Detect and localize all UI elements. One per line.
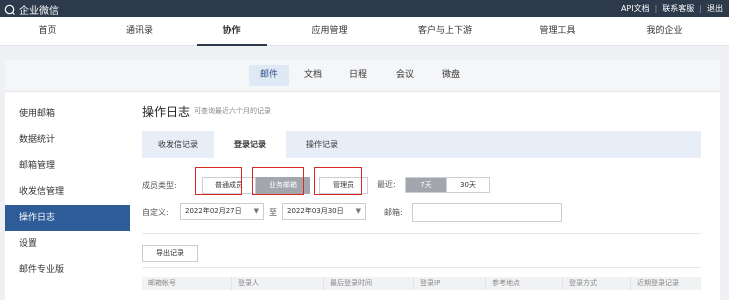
logout-link[interactable]: 退出 <box>707 3 723 14</box>
recent-7-days-button[interactable]: 7天 <box>405 177 447 193</box>
start-date-value: 2022年02月27日 <box>185 207 242 215</box>
mailbox-search-input[interactable] <box>412 203 562 222</box>
nav-collaboration-label: 协作 <box>222 26 241 36</box>
tab-mail-flow-records[interactable]: 收发信记录 <box>142 131 214 158</box>
column-location: 参考地点 <box>486 277 563 290</box>
sidebar-item-mail-flow-management[interactable]: 收发信管理 <box>5 179 130 205</box>
subnav-mail[interactable]: 邮件 <box>249 65 289 86</box>
sidebar-item-mail-pro[interactable]: 邮件专业版 <box>5 257 130 283</box>
to-label: 至 <box>269 208 277 217</box>
active-tab-indicator <box>196 44 267 46</box>
end-date-value: 2022年03月30日 <box>287 207 344 215</box>
sidebar-item-mailbox-management[interactable]: 邮箱管理 <box>5 153 130 179</box>
main-panel: 邮件 文档 日程 会议 微盘 使用邮箱 数据统计 邮箱管理 收发信管理 操作日志… <box>5 60 720 300</box>
mailbox-label: 邮箱: <box>384 208 403 217</box>
api-docs-link[interactable]: API文档 <box>621 3 650 14</box>
sidebar-item-operation-log[interactable]: 操作日志 <box>5 205 130 231</box>
sidebar-item-statistics[interactable]: 数据统计 <box>5 127 130 153</box>
sidebar-item-use-mailbox[interactable]: 使用邮箱 <box>5 101 130 127</box>
highlight-box <box>252 167 304 195</box>
logo[interactable]: 企业微信 <box>4 2 59 17</box>
column-login-ip: 登录IP <box>414 277 486 290</box>
subnav-calendar[interactable]: 日程 <box>343 65 373 86</box>
sidebar-item-settings[interactable]: 设置 <box>5 231 130 257</box>
start-date-picker[interactable]: 2022年02月27日 ▼ <box>180 203 264 220</box>
custom-range-label: 自定义: <box>142 208 169 217</box>
nav-my-enterprise[interactable]: 我的企业 <box>627 17 702 45</box>
wecom-logo-icon <box>4 4 15 15</box>
link-separator: | <box>699 4 702 13</box>
highlight-box <box>314 167 362 195</box>
dropdown-caret-icon: ▼ <box>253 207 259 215</box>
log-tabs: 收发信记录 登录记录 操作记录 <box>142 131 701 158</box>
column-mailbox-account: 邮箱帐号 <box>142 277 232 290</box>
content-area: 操作日志 可查询最近六个月的记录 收发信记录 登录记录 操作记录 成员类型: 普… <box>142 101 712 290</box>
recent-30-days-button[interactable]: 30天 <box>446 177 490 193</box>
sub-nav: 邮件 文档 日程 会议 微盘 <box>5 60 720 92</box>
column-login-user: 登录人 <box>232 277 324 290</box>
end-date-picker[interactable]: 2022年03月30日 ▼ <box>282 203 366 220</box>
nav-app-management[interactable]: 应用管理 <box>292 17 367 45</box>
dropdown-caret-icon: ▼ <box>355 207 361 215</box>
nav-home[interactable]: 首页 <box>10 17 85 45</box>
link-separator: | <box>654 4 658 13</box>
subnav-docs[interactable]: 文档 <box>298 65 328 86</box>
logo-text: 企业微信 <box>19 6 59 17</box>
recent-label: 最近: <box>377 180 396 189</box>
column-recent-logins: 近期登录记录 <box>637 279 679 287</box>
top-bar: 企业微信 API文档 | 联系客服 | 退出 <box>0 0 729 17</box>
main-nav: 首页 通讯录 协作 应用管理 客户与上下游 管理工具 我的企业 <box>0 17 729 46</box>
column-login-method: 登录方式 <box>563 277 631 290</box>
page-title: 操作日志 <box>142 104 191 119</box>
member-type-label: 成员类型: <box>142 180 177 190</box>
page-subtitle: 可查询最近六个月的记录 <box>194 107 272 115</box>
column-last-login-time: 最后登录时间 <box>324 277 414 290</box>
subnav-meeting[interactable]: 会议 <box>390 65 420 86</box>
nav-management-tools[interactable]: 管理工具 <box>520 17 595 45</box>
tab-operation-records[interactable]: 操作记录 <box>286 131 358 158</box>
table-header: 邮箱帐号 登录人 最后登录时间 登录IP 参考地点 登录方式 近期登录记录 <box>142 277 701 290</box>
divider <box>142 267 701 268</box>
nav-customers-partners[interactable]: 客户与上下游 <box>400 17 490 45</box>
sidebar: 使用邮箱 数据统计 邮箱管理 收发信管理 操作日志 设置 邮件专业版 <box>5 101 130 283</box>
export-records-button[interactable]: 导出记录 <box>142 245 198 262</box>
tab-login-records[interactable]: 登录记录 <box>214 131 286 158</box>
subnav-drive[interactable]: 微盘 <box>436 65 466 86</box>
divider <box>142 233 701 234</box>
nav-contacts[interactable]: 通讯录 <box>102 17 177 45</box>
page-header: 操作日志 可查询最近六个月的记录 <box>142 101 712 121</box>
nav-collaboration[interactable]: 协作 <box>194 17 269 46</box>
highlight-box <box>195 167 242 195</box>
contact-support-link[interactable]: 联系客服 <box>662 3 694 14</box>
